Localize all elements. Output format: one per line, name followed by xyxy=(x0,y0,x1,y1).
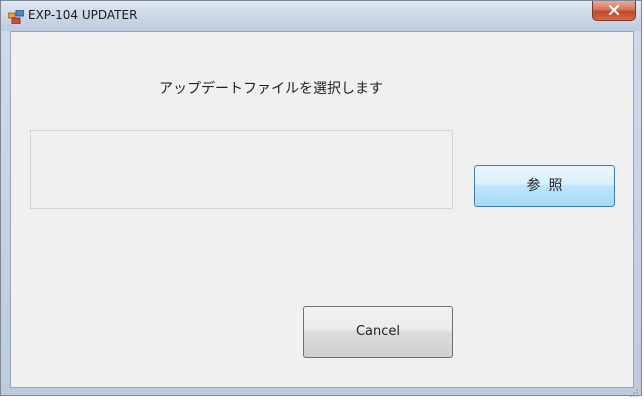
browse-button[interactable]: 参照 xyxy=(474,165,615,207)
close-icon xyxy=(608,5,620,15)
resize-grip-icon[interactable] xyxy=(629,383,639,397)
window-title: EXP-104 UPDATER xyxy=(28,8,138,22)
close-button[interactable] xyxy=(592,1,636,21)
title-bar[interactable]: EXP-104 UPDATER xyxy=(1,1,641,31)
app-icon xyxy=(7,9,25,25)
updater-window: EXP-104 UPDATER アップデートファイルを選択します 参照 Canc… xyxy=(0,0,642,397)
file-path-field[interactable] xyxy=(30,130,453,209)
cancel-button[interactable]: Cancel xyxy=(303,306,453,358)
instruction-label: アップデートファイルを選択します xyxy=(159,81,383,97)
dialog-body: アップデートファイルを選択します 参照 Cancel xyxy=(10,31,634,388)
